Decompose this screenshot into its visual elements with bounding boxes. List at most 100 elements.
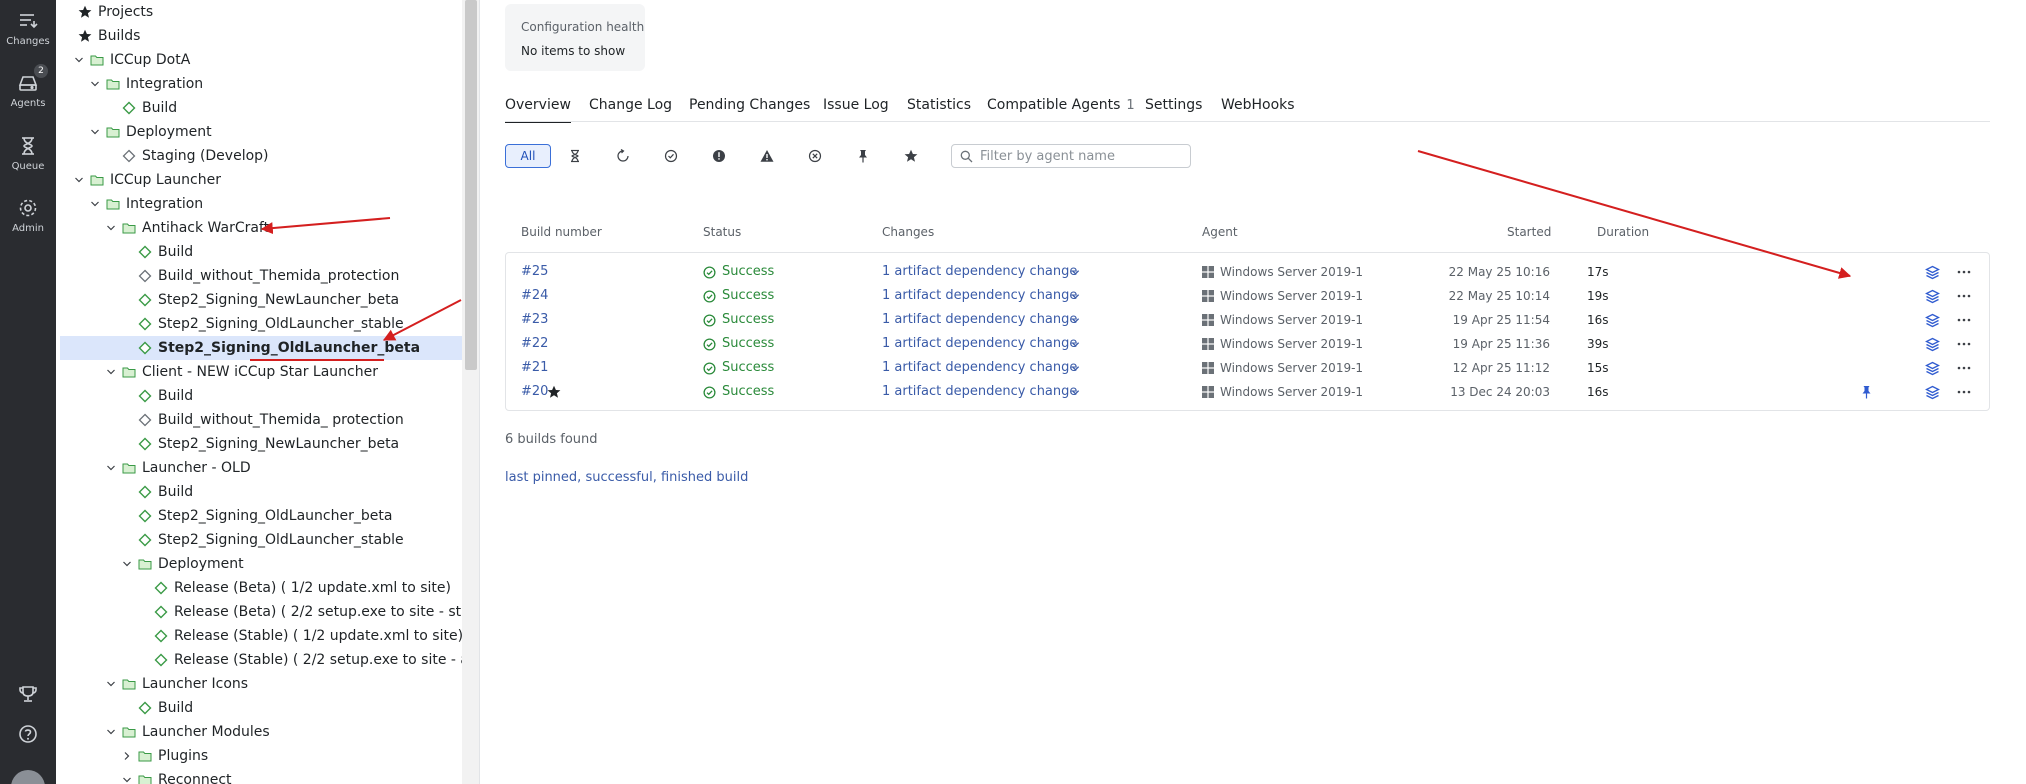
tree-item[interactable]: Step2_Signing_NewLauncher_beta bbox=[60, 432, 462, 456]
tree-item[interactable]: Build bbox=[60, 480, 462, 504]
agent-filter-field[interactable] bbox=[951, 144, 1191, 168]
build-status[interactable]: Success bbox=[722, 260, 774, 284]
rail-queue[interactable]: Queue bbox=[0, 135, 56, 172]
rail-changes[interactable]: Changes bbox=[0, 10, 56, 47]
tree-item[interactable]: Build_without_Themida_ protection bbox=[60, 408, 462, 432]
col-header-duration[interactable]: Duration bbox=[1597, 225, 1649, 239]
build-changes-link[interactable]: 1 artifact dependency change bbox=[882, 308, 1077, 332]
build-status[interactable]: Success bbox=[722, 332, 774, 356]
tree-item[interactable]: Plugins bbox=[60, 744, 462, 768]
tree-item[interactable]: Build bbox=[60, 240, 462, 264]
build-status[interactable]: Success bbox=[722, 356, 774, 380]
tree-item[interactable]: Antihack WarCraft bbox=[60, 216, 462, 240]
build-agent-link[interactable]: Windows Server 2019-1 bbox=[1220, 332, 1363, 356]
build-status[interactable]: Success bbox=[722, 284, 774, 308]
tree-item[interactable]: ICCup Launcher bbox=[60, 168, 462, 192]
build-status[interactable]: Success bbox=[722, 308, 774, 332]
chevron-down-icon[interactable] bbox=[1071, 292, 1080, 301]
build-changes-link[interactable]: 1 artifact dependency change bbox=[882, 284, 1077, 308]
build-agent-link[interactable]: Windows Server 2019-1 bbox=[1220, 260, 1363, 284]
filter-successful-button[interactable] bbox=[648, 144, 694, 168]
filter-running-button[interactable] bbox=[600, 144, 646, 168]
tree-item[interactable]: Projects bbox=[60, 0, 462, 24]
chevron-down-icon[interactable] bbox=[90, 199, 100, 209]
filter-pinned-button[interactable] bbox=[840, 144, 886, 168]
build-changes-link[interactable]: 1 artifact dependency change bbox=[882, 260, 1077, 284]
build-number-link[interactable]: #21 bbox=[521, 356, 548, 380]
tree-item[interactable]: Step2_Signing_NewLauncher_beta bbox=[60, 288, 462, 312]
chevron-down-icon[interactable] bbox=[122, 559, 132, 569]
tree-item[interactable]: Launcher Icons bbox=[60, 672, 462, 696]
chevron-down-icon[interactable] bbox=[106, 367, 116, 377]
tab-issue-log[interactable]: Issue Log bbox=[823, 95, 889, 123]
tree-item[interactable]: Deployment bbox=[60, 552, 462, 576]
chevron-down-icon[interactable] bbox=[90, 79, 100, 89]
chevron-down-icon[interactable] bbox=[74, 55, 84, 65]
table-row[interactable]: #23 Success 1 artifact dependency change Wi… bbox=[505, 308, 1990, 332]
rail-help[interactable] bbox=[0, 723, 56, 745]
avatar[interactable] bbox=[11, 770, 45, 784]
tab-compatible-agents[interactable]: Compatible Agents 1 bbox=[987, 95, 1135, 123]
col-header-status[interactable]: Status bbox=[703, 225, 741, 239]
chevron-down-icon[interactable] bbox=[1071, 364, 1080, 373]
col-header-changes[interactable]: Changes bbox=[882, 225, 934, 239]
tab-pending-changes[interactable]: Pending Changes bbox=[689, 95, 810, 123]
tree-item[interactable]: Deployment bbox=[60, 120, 462, 144]
rail-trophy[interactable] bbox=[0, 683, 56, 705]
layers-icon[interactable] bbox=[1925, 313, 1940, 328]
tree-item[interactable]: Build bbox=[60, 384, 462, 408]
tree-item[interactable]: Builds bbox=[60, 24, 462, 48]
more-options-icon[interactable] bbox=[1956, 289, 1972, 303]
tab-webhooks[interactable]: WebHooks bbox=[1221, 95, 1295, 123]
build-number-link[interactable]: #23 bbox=[521, 308, 548, 332]
chevron-down-icon[interactable] bbox=[1071, 316, 1080, 325]
chevron-down-icon[interactable] bbox=[90, 127, 100, 137]
tab-overview[interactable]: Overview bbox=[505, 95, 571, 123]
table-row[interactable]: #20 Success 1 artifact dependency change Wi… bbox=[505, 380, 1990, 404]
table-row[interactable]: #22 Success 1 artifact dependency change Wi… bbox=[505, 332, 1990, 356]
tree-item[interactable]: Client - NEW iCCup Star Launcher bbox=[60, 360, 462, 384]
tree-item[interactable]: Build bbox=[60, 696, 462, 720]
more-options-icon[interactable] bbox=[1956, 265, 1972, 279]
tree-item[interactable]: Step2_Signing_OldLauncher_stable bbox=[60, 312, 462, 336]
col-header-started[interactable]: Started bbox=[1507, 225, 1551, 239]
layers-icon[interactable] bbox=[1925, 385, 1940, 400]
table-row[interactable]: #25 Success 1 artifact dependency change Wi… bbox=[505, 260, 1990, 284]
chevron-down-icon[interactable] bbox=[106, 679, 116, 689]
chevron-down-icon[interactable] bbox=[106, 223, 116, 233]
tree-item[interactable]: Release (Stable) ( 2/2 setup.exe to site… bbox=[60, 648, 462, 672]
tree-item[interactable]: Integration bbox=[60, 192, 462, 216]
more-options-icon[interactable] bbox=[1956, 385, 1972, 399]
filter-canceled-button[interactable] bbox=[792, 144, 838, 168]
tree-item[interactable]: Step2_Signing_OldLauncher_beta bbox=[60, 504, 462, 528]
layers-icon[interactable] bbox=[1925, 361, 1940, 376]
tree-item[interactable]: Build_without_Themida_protection bbox=[60, 264, 462, 288]
filter-starred-button[interactable] bbox=[888, 144, 934, 168]
tree-item[interactable]: Release (Beta) ( 2/2 setup.exe to site -… bbox=[60, 600, 462, 624]
tree-item[interactable]: ICCup DotA bbox=[60, 48, 462, 72]
chevron-down-icon[interactable] bbox=[1071, 340, 1080, 349]
chevron-down-icon[interactable] bbox=[1071, 388, 1080, 397]
chevron-right-icon[interactable] bbox=[122, 751, 132, 761]
more-options-icon[interactable] bbox=[1956, 361, 1972, 375]
tree-item[interactable]: Release (Stable) ( 1/2 update.xml to sit… bbox=[60, 624, 462, 648]
filter-failed-button[interactable] bbox=[696, 144, 742, 168]
tree-item[interactable]: Build bbox=[60, 96, 462, 120]
layers-icon[interactable] bbox=[1925, 265, 1940, 280]
build-number-link[interactable]: #20 bbox=[521, 380, 548, 404]
filter-warning-button[interactable] bbox=[744, 144, 790, 168]
filter-queued-button[interactable] bbox=[552, 144, 598, 168]
tree-item[interactable]: Launcher Modules bbox=[60, 720, 462, 744]
build-agent-link[interactable]: Windows Server 2019-1 bbox=[1220, 284, 1363, 308]
chevron-down-icon[interactable] bbox=[106, 463, 116, 473]
tree-item[interactable]: Step2_Signing_OldLauncher_stable bbox=[60, 528, 462, 552]
table-row[interactable]: #24 Success 1 artifact dependency change Wi… bbox=[505, 284, 1990, 308]
col-header-agent[interactable]: Agent bbox=[1202, 225, 1238, 239]
layers-icon[interactable] bbox=[1925, 289, 1940, 304]
build-changes-link[interactable]: 1 artifact dependency change bbox=[882, 356, 1077, 380]
more-options-icon[interactable] bbox=[1956, 337, 1972, 351]
chevron-down-icon[interactable] bbox=[74, 175, 84, 185]
agent-filter-input[interactable] bbox=[980, 147, 1185, 165]
tab-statistics[interactable]: Statistics bbox=[907, 95, 971, 123]
build-number-link[interactable]: #22 bbox=[521, 332, 548, 356]
